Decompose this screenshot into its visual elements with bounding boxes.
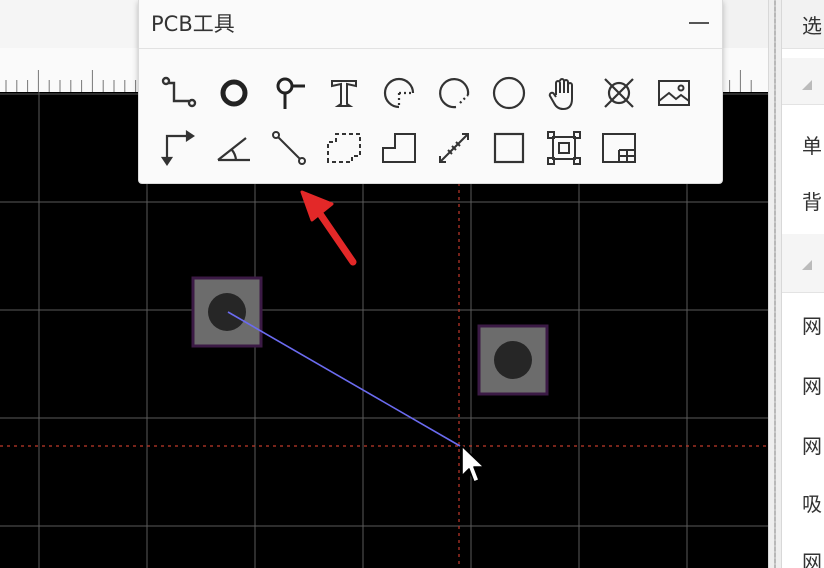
pad-tool-icon (220, 79, 248, 107)
panel-splitter[interactable] (768, 0, 782, 568)
text-tool-button[interactable] (322, 71, 366, 115)
line-tool-button[interactable] (267, 126, 311, 170)
line-tool-icon (272, 131, 306, 165)
via-tool-icon (276, 77, 305, 109)
via-tool-button[interactable] (267, 71, 311, 115)
red-annotation-arrow-icon (296, 186, 362, 274)
panel-header[interactable]: 选 (782, 0, 824, 49)
palette-title: PCB工具 (151, 12, 235, 36)
track-in-progress (227, 311, 461, 447)
no-connect-button[interactable] (597, 71, 641, 115)
copper-area-tool-button[interactable] (542, 126, 586, 170)
pad-2-hole (494, 341, 532, 379)
panel-row-label: 网 (802, 314, 822, 338)
angle-tool-icon (217, 137, 250, 162)
pad-1-hole (208, 293, 246, 331)
arc-center-tool-button[interactable] (377, 71, 421, 115)
section-header-2[interactable] (782, 234, 824, 293)
panel-row-label: 背 (802, 190, 822, 214)
minimize-button[interactable] (686, 6, 712, 32)
dimension-tool-button[interactable] (157, 126, 201, 170)
panel-header-label: 选 (802, 14, 822, 38)
dimension-tool-icon (160, 129, 195, 166)
panel-row-label: 网 (802, 550, 822, 568)
rectangle-tool-button[interactable] (487, 126, 531, 170)
pcb-tools-palette: PCB工具 (138, 0, 723, 184)
table-tool-button[interactable] (597, 126, 641, 170)
wire-tool-icon (161, 76, 197, 108)
palette-divider (139, 48, 722, 49)
measure-tool-icon (439, 133, 469, 163)
text-tool-icon (331, 80, 357, 107)
circle-tool-button[interactable] (487, 71, 531, 115)
image-tool-icon (658, 80, 690, 106)
table-tool-icon (602, 133, 636, 163)
collapse-triangle-icon[interactable] (802, 260, 812, 270)
image-tool-button[interactable] (652, 71, 696, 115)
dashed-region-tool-icon (327, 133, 361, 163)
mouse-cursor-icon (460, 444, 486, 490)
measure-tool-button[interactable] (432, 126, 476, 170)
solid-region-tool-button[interactable] (377, 126, 421, 170)
panel-row-label: 网 (802, 374, 822, 398)
pad-tool-button[interactable] (212, 71, 256, 115)
panel-row-label: 网 (802, 434, 822, 458)
top-toolbar-right (720, 0, 769, 48)
dashed-region-tool-button[interactable] (322, 126, 366, 170)
arc-tool-icon (439, 78, 470, 109)
properties-panel: 选 单 背 网 网 网 吸 网 (782, 0, 824, 568)
panel-row-label: 吸 (802, 492, 822, 516)
copper-area-tool-icon (547, 131, 581, 165)
wire-tool-button[interactable] (157, 71, 201, 115)
pad-2[interactable] (477, 324, 549, 396)
angle-tool-button[interactable] (212, 126, 256, 170)
panel-row-label: 单 (802, 134, 822, 158)
pan-hand-icon (548, 78, 573, 111)
pan-hand-button[interactable] (542, 71, 586, 115)
pad-1[interactable] (191, 276, 263, 348)
no-connect-icon (604, 78, 634, 108)
solid-region-tool-icon (382, 133, 416, 163)
circle-tool-icon (492, 76, 526, 110)
section-header-1[interactable] (782, 58, 824, 105)
arc-center-tool-icon (383, 77, 415, 109)
collapse-triangle-icon[interactable] (802, 80, 812, 90)
arc-tool-button[interactable] (432, 71, 476, 115)
rectangle-tool-icon (493, 132, 525, 164)
